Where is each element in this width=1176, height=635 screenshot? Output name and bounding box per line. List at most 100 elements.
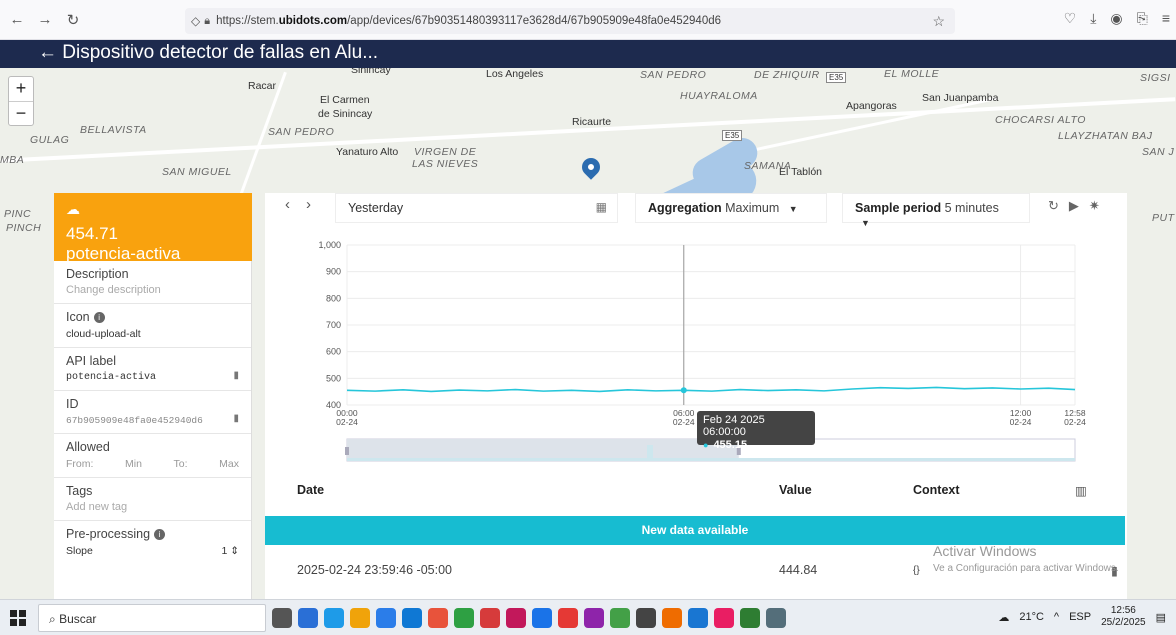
taskbar-app-icon[interactable] [454,608,474,628]
navigator-handle [345,447,349,455]
line-chart[interactable]: 1,00090080070060050040000:0002-2406:0002… [265,235,1127,467]
taskbar-app-icon[interactable] [428,608,448,628]
bookmark-star-icon[interactable]: ☆ [932,13,945,30]
taskbar-app-icon[interactable] [610,608,630,628]
windows-start-icon[interactable] [10,610,26,626]
max-input[interactable]: Max [219,458,239,470]
next-period-icon[interactable]: › [306,196,311,213]
column-value[interactable]: Value [779,483,812,497]
aggregation-dropdown[interactable]: Aggregation Maximum ▼ [635,193,827,223]
taskbar-app-icon[interactable] [402,608,422,628]
refresh-icon[interactable]: ↻ [1048,198,1059,214]
copy-icon[interactable]: ▮ [233,413,239,424]
taskbar-app-icon[interactable] [584,608,604,628]
info-icon[interactable]: i [154,529,166,541]
to-label: To: [173,458,188,470]
description-title: Description [66,267,129,281]
map-label: San Juanpamba [922,92,999,104]
description-input[interactable]: Change description [66,284,239,296]
lock-icon: 🔒︎ [204,14,211,27]
taskbar-app-icon[interactable] [688,608,708,628]
y-tick-label: 900 [326,267,341,277]
caret-down-icon: ▼ [861,218,870,228]
extensions-icon[interactable]: ⎘ [1137,10,1148,27]
settings-icon[interactable]: ✷ [1089,198,1100,214]
column-context[interactable]: Context [913,483,960,497]
taskbar-app-icon[interactable] [376,608,396,628]
road-shield: E35 [722,130,743,141]
previous-period-icon[interactable]: ‹ [285,196,290,213]
taskbar-app-icon[interactable] [324,608,344,628]
notification-icon[interactable]: ▤ [1156,611,1166,624]
api-label-value[interactable]: potencia-activa [66,372,156,383]
downloads-icon[interactable]: ⤓ [1090,10,1096,27]
taskbar-app-icon[interactable] [532,608,552,628]
taskbar-app-icon[interactable] [506,608,526,628]
taskbar-app-icon[interactable] [636,608,656,628]
columns-icon[interactable]: ▥ [1075,483,1087,498]
temperature[interactable]: 21°C [1019,611,1044,623]
tags-input[interactable]: Add new tag [66,501,239,513]
map-label: de Sinincay [318,108,373,120]
taskbar-app-icon[interactable] [558,608,578,628]
play-icon[interactable]: ▶ [1069,198,1079,214]
taskbar-search[interactable]: ⌕ Buscar [38,604,266,632]
x-tick-label: 02-24 [1010,417,1032,427]
clock[interactable]: 12:56 25/2/2025 [1101,605,1146,629]
forward-icon[interactable]: → [34,9,56,31]
taskbar-app-icon[interactable] [298,608,318,628]
map-label: PUT [1152,212,1175,224]
map-label: Sinincay [351,68,391,76]
allowed-title: Allowed [66,440,110,454]
map-label: SAN J [1142,146,1175,158]
new-data-banner[interactable]: New data available [265,516,1125,545]
weather-icon[interactable]: ☁︎ [998,611,1009,624]
pocket-icon[interactable]: ♡ [1064,10,1077,27]
sample-period-dropdown[interactable]: Sample period 5 minutes ▼ [842,193,1030,228]
date-range-picker[interactable]: Yesterday ▦ [335,193,618,223]
taskbar-app-icon[interactable] [740,608,760,628]
taskbar-app-icon[interactable] [480,608,500,628]
taskbar-app-icon[interactable] [662,608,682,628]
variable-properties-panel: Description Change description Icon i clo… [54,261,252,599]
icon-title: Icon [66,310,90,324]
zoom-out-button[interactable]: − [9,101,33,125]
address-bar[interactable]: ◇ 🔒︎ https://stem. ubidots.com/app/device… [185,8,955,34]
clock-date: 25/2/2025 [1101,617,1146,628]
sample-period-value: 5 minutes [944,201,999,215]
caret-down-icon: ▼ [788,204,798,214]
table-header: Date Value Context ▥ [265,483,1127,507]
language[interactable]: ESP [1069,611,1091,623]
map-pin-icon[interactable] [578,154,604,180]
page-title[interactable]: ← Dispositivo detector de fallas en Alu.… [0,40,1176,68]
y-tick-label: 500 [326,373,341,383]
map-label: LAS NIEVES [412,158,479,170]
reload-icon[interactable]: ↻ [62,9,84,31]
row-value[interactable]: 444.84 [779,563,817,577]
map-label: Yanaturo Alto [336,146,399,158]
preprocessing-section: Pre-processing i Slope 1 ⇕ [54,521,251,564]
taskbar-app-icon[interactable] [714,608,734,628]
variable-card: ☁︎ 454.71 potencia-activa [54,193,252,263]
allowed-section: Allowed From: Min To: Max [54,434,251,478]
back-icon[interactable]: ← [6,9,28,31]
windows-activation-watermark: Activar Windows Ve a Configuración para … [933,543,1119,574]
copy-icon[interactable]: ▮ [233,370,239,381]
map-label: Ricaurte [572,116,612,128]
taskbar-app-icon[interactable] [350,608,370,628]
slope-stepper[interactable]: 1 ⇕ [221,545,239,557]
taskbar-app-icon[interactable] [766,608,786,628]
tooltip-value: 455.15 [703,439,809,451]
column-date[interactable]: Date [297,483,324,497]
tags-section: Tags Add new tag [54,478,251,521]
account-icon[interactable]: ◉ [1110,10,1122,27]
info-icon[interactable]: i [93,312,105,324]
taskbar-app-icon[interactable] [272,608,292,628]
icon-value[interactable]: cloud-upload-alt [66,328,239,340]
min-input[interactable]: Min [125,458,142,470]
zoom-in-button[interactable]: + [9,77,33,101]
chevron-up-icon[interactable]: ^ [1054,611,1059,623]
taskbar: ⌕ Buscar ☁︎ 21°C ^ ESP 12:56 25/2/2025 ▤ [0,599,1176,635]
menu-icon[interactable]: ≡ [1162,10,1170,27]
map-label: SIGSI [1140,72,1171,84]
